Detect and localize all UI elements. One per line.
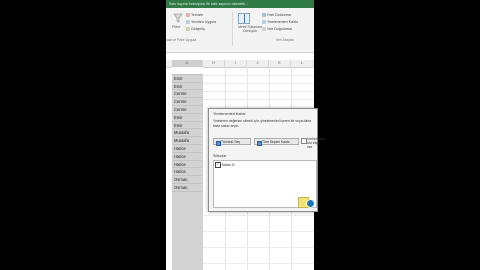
cell[interactable]: Hatice <box>172 145 203 153</box>
advanced-icon <box>186 27 190 31</box>
unselect-all-button[interactable]: Tüm Seçimi Kaldır <box>254 138 299 146</box>
grid-line <box>203 99 314 100</box>
column-g-cells: Emir Emir Cemre Cemre Cemre Emir Emir Mu… <box>172 67 203 192</box>
filter-button[interactable]: Filtre <box>172 25 180 29</box>
ribbon: Satır sayma fonksiyonu ile satır sayısın… <box>166 0 314 53</box>
cell[interactable]: Hatice <box>172 153 203 161</box>
column-header[interactable]: K <box>269 60 291 67</box>
dialog-title: Yinelenenleri Kaldır <box>213 112 246 116</box>
cell[interactable]: Mustafa <box>172 129 203 138</box>
circle-logo-icon <box>306 199 315 208</box>
grid-line <box>203 263 314 264</box>
grid-line <box>203 75 314 76</box>
column-header[interactable]: H <box>203 60 225 67</box>
cell[interactable]: Osman <box>172 184 203 192</box>
grid-line <box>203 91 314 92</box>
remove-duplicates-button[interactable]: Yinelenenleri Kaldır <box>262 20 298 24</box>
cell[interactable]: Emir <box>172 122 203 130</box>
cell[interactable]: Mustafa <box>172 137 203 145</box>
title-bar: Satır sayma fonksiyonu ile satır sayısın… <box>166 0 314 8</box>
checkbox-checked-icon[interactable]: ✓ <box>215 162 221 168</box>
grid-line <box>203 83 314 84</box>
grid-line <box>203 215 314 216</box>
data-validation-icon <box>262 27 266 31</box>
filter-icon[interactable] <box>173 13 183 23</box>
app-badge <box>298 195 316 210</box>
text-to-columns-icon[interactable] <box>238 13 250 24</box>
cell[interactable]: Emir <box>172 114 203 122</box>
remove-duplicates-icon <box>262 20 266 24</box>
column-header[interactable]: J <box>247 60 269 67</box>
select-all-button[interactable]: Tümünü Seç <box>213 138 251 146</box>
reapply-button[interactable]: Yeniden Uygula <box>186 20 216 24</box>
headers-checkbox-label: Verilerimde üst bilgi var <box>307 137 325 149</box>
list-item[interactable]: ✓ Sütun G <box>215 162 235 168</box>
dialog-description: Yinelenen değerleri silmek için, yinelen… <box>213 119 312 128</box>
column-header[interactable]: L <box>291 60 314 67</box>
flash-fill-button[interactable]: Hızlı Doldurma <box>262 13 291 17</box>
cell[interactable]: Emir <box>172 75 203 83</box>
cell[interactable] <box>172 67 203 75</box>
cell[interactable]: Osman <box>172 176 203 184</box>
unselect-all-icon <box>257 140 262 146</box>
reapply-icon <box>186 20 190 24</box>
columns-label: Sütunlar <box>213 154 227 158</box>
data-validation-button[interactable]: Veri Doğrulama <box>262 27 292 31</box>
select-all-icon <box>216 140 221 146</box>
grid-line <box>203 231 314 232</box>
column-header[interactable]: G <box>172 60 203 67</box>
sort-filter-group-label: rala ve Filtre Uygula <box>166 38 197 42</box>
column-header[interactable]: I <box>225 60 247 67</box>
grid-line <box>203 247 314 248</box>
cell[interactable]: Emir <box>172 83 203 91</box>
cell[interactable]: Cemre <box>172 98 203 106</box>
flash-fill-icon <box>262 13 266 17</box>
clear-icon <box>186 13 190 17</box>
clear-button[interactable]: Temizle <box>186 13 203 17</box>
cell[interactable]: Hatice <box>172 161 203 169</box>
cell[interactable]: Hatice <box>172 168 203 177</box>
data-tools-group-label: Veri Araçları <box>276 38 295 42</box>
cell[interactable]: Cemre <box>172 90 203 99</box>
list-item-label: Sütun G <box>221 162 235 167</box>
cell[interactable]: Cemre <box>172 106 203 114</box>
ribbon-separator <box>232 12 233 46</box>
title-bar-text: Satır sayma fonksiyonu ile satır sayısın… <box>169 2 248 6</box>
advanced-button[interactable]: Gelişmiş <box>186 27 205 31</box>
